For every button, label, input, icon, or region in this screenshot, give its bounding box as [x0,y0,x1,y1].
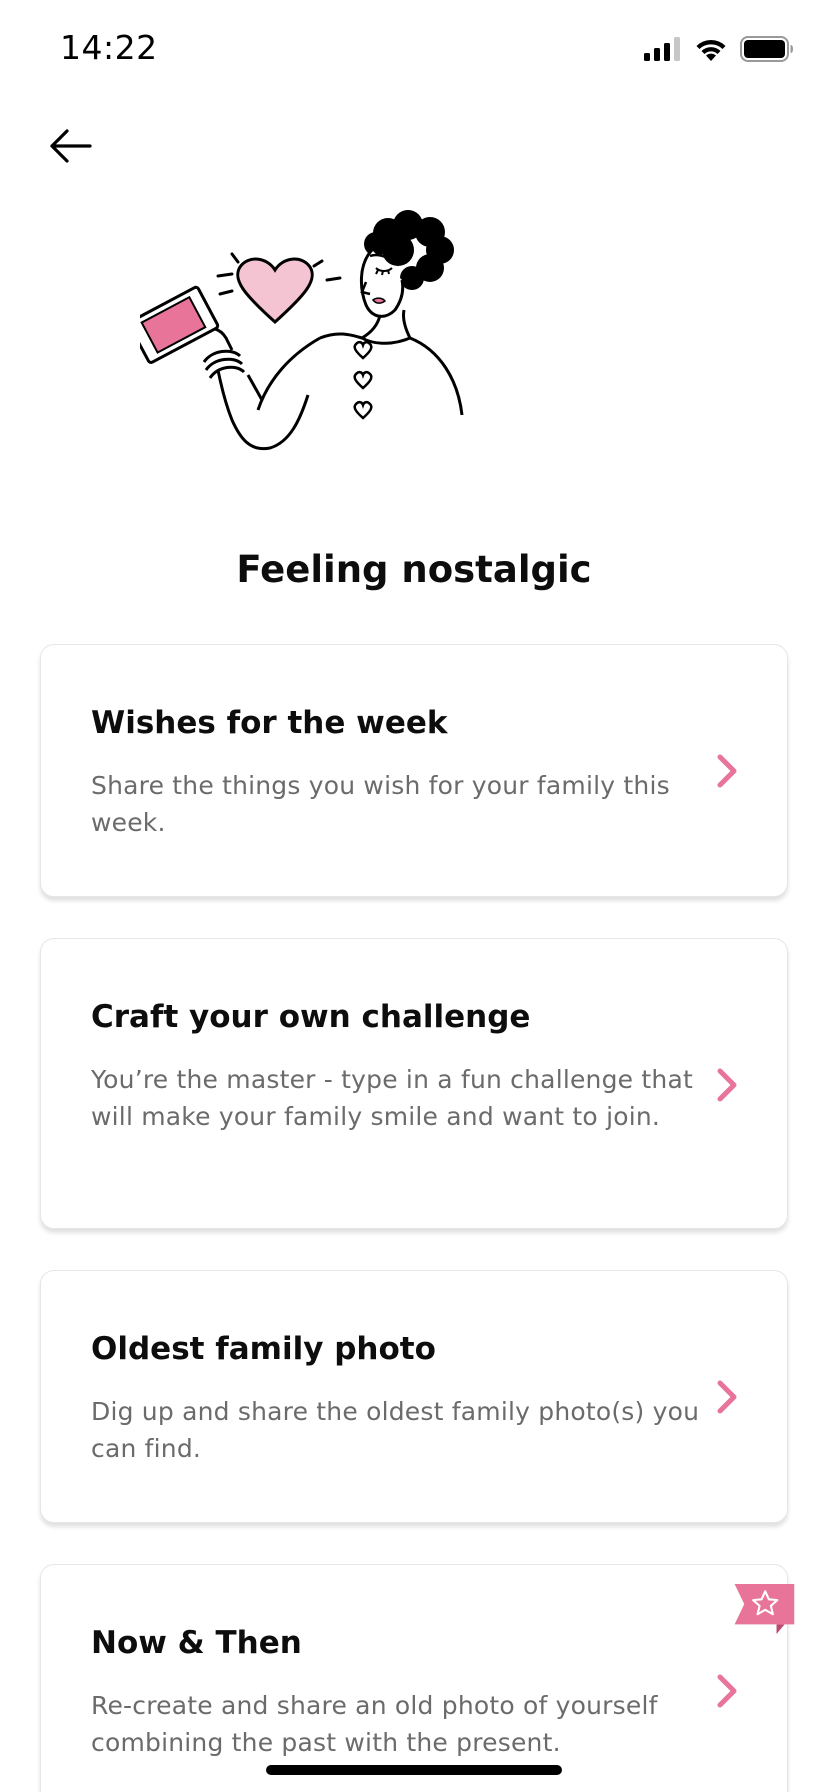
chevron-right-icon [717,754,737,788]
card-title: Craft your own challenge [91,999,531,1035]
card-title: Wishes for the week [91,705,448,741]
challenge-card-now-and-then[interactable]: Now & Then Re-create and share an old ph… [40,1564,788,1792]
chevron-right-icon [717,1068,737,1102]
woman-holding-photo-illustration [140,210,464,451]
status-icons [644,36,794,62]
status-bar: 14:22 [0,0,828,100]
challenge-card-oldest-photo[interactable]: Oldest family photo Dig up and share the… [40,1270,788,1523]
chevron-right-icon [717,1674,737,1708]
card-description: Share the things you wish for your famil… [91,771,670,837]
heart-icon [236,257,314,325]
back-button[interactable] [40,120,100,172]
cellular-signal-icon [644,37,680,61]
battery-icon [740,36,793,62]
status-time: 14:22 [60,28,158,67]
challenge-card-wishes[interactable]: Wishes for the week Share the things you… [40,644,788,897]
photo-frame [140,285,220,364]
star-ribbon-icon [734,1584,795,1634]
arrow-left-icon [50,129,92,163]
home-indicator[interactable] [266,1765,562,1775]
wifi-icon [696,39,726,61]
challenge-card-craft[interactable]: Craft your own challenge You’re the mast… [40,938,788,1229]
chevron-right-icon [717,1380,737,1414]
card-description: Re-create and share an old photo of your… [91,1691,658,1757]
page-title: Feeling nostalgic [236,548,592,591]
card-title: Oldest family photo [91,1331,436,1367]
card-description: You’re the master - type in a fun challe… [91,1065,693,1131]
card-title: Now & Then [91,1625,302,1661]
card-description: Dig up and share the oldest family photo… [91,1397,700,1463]
